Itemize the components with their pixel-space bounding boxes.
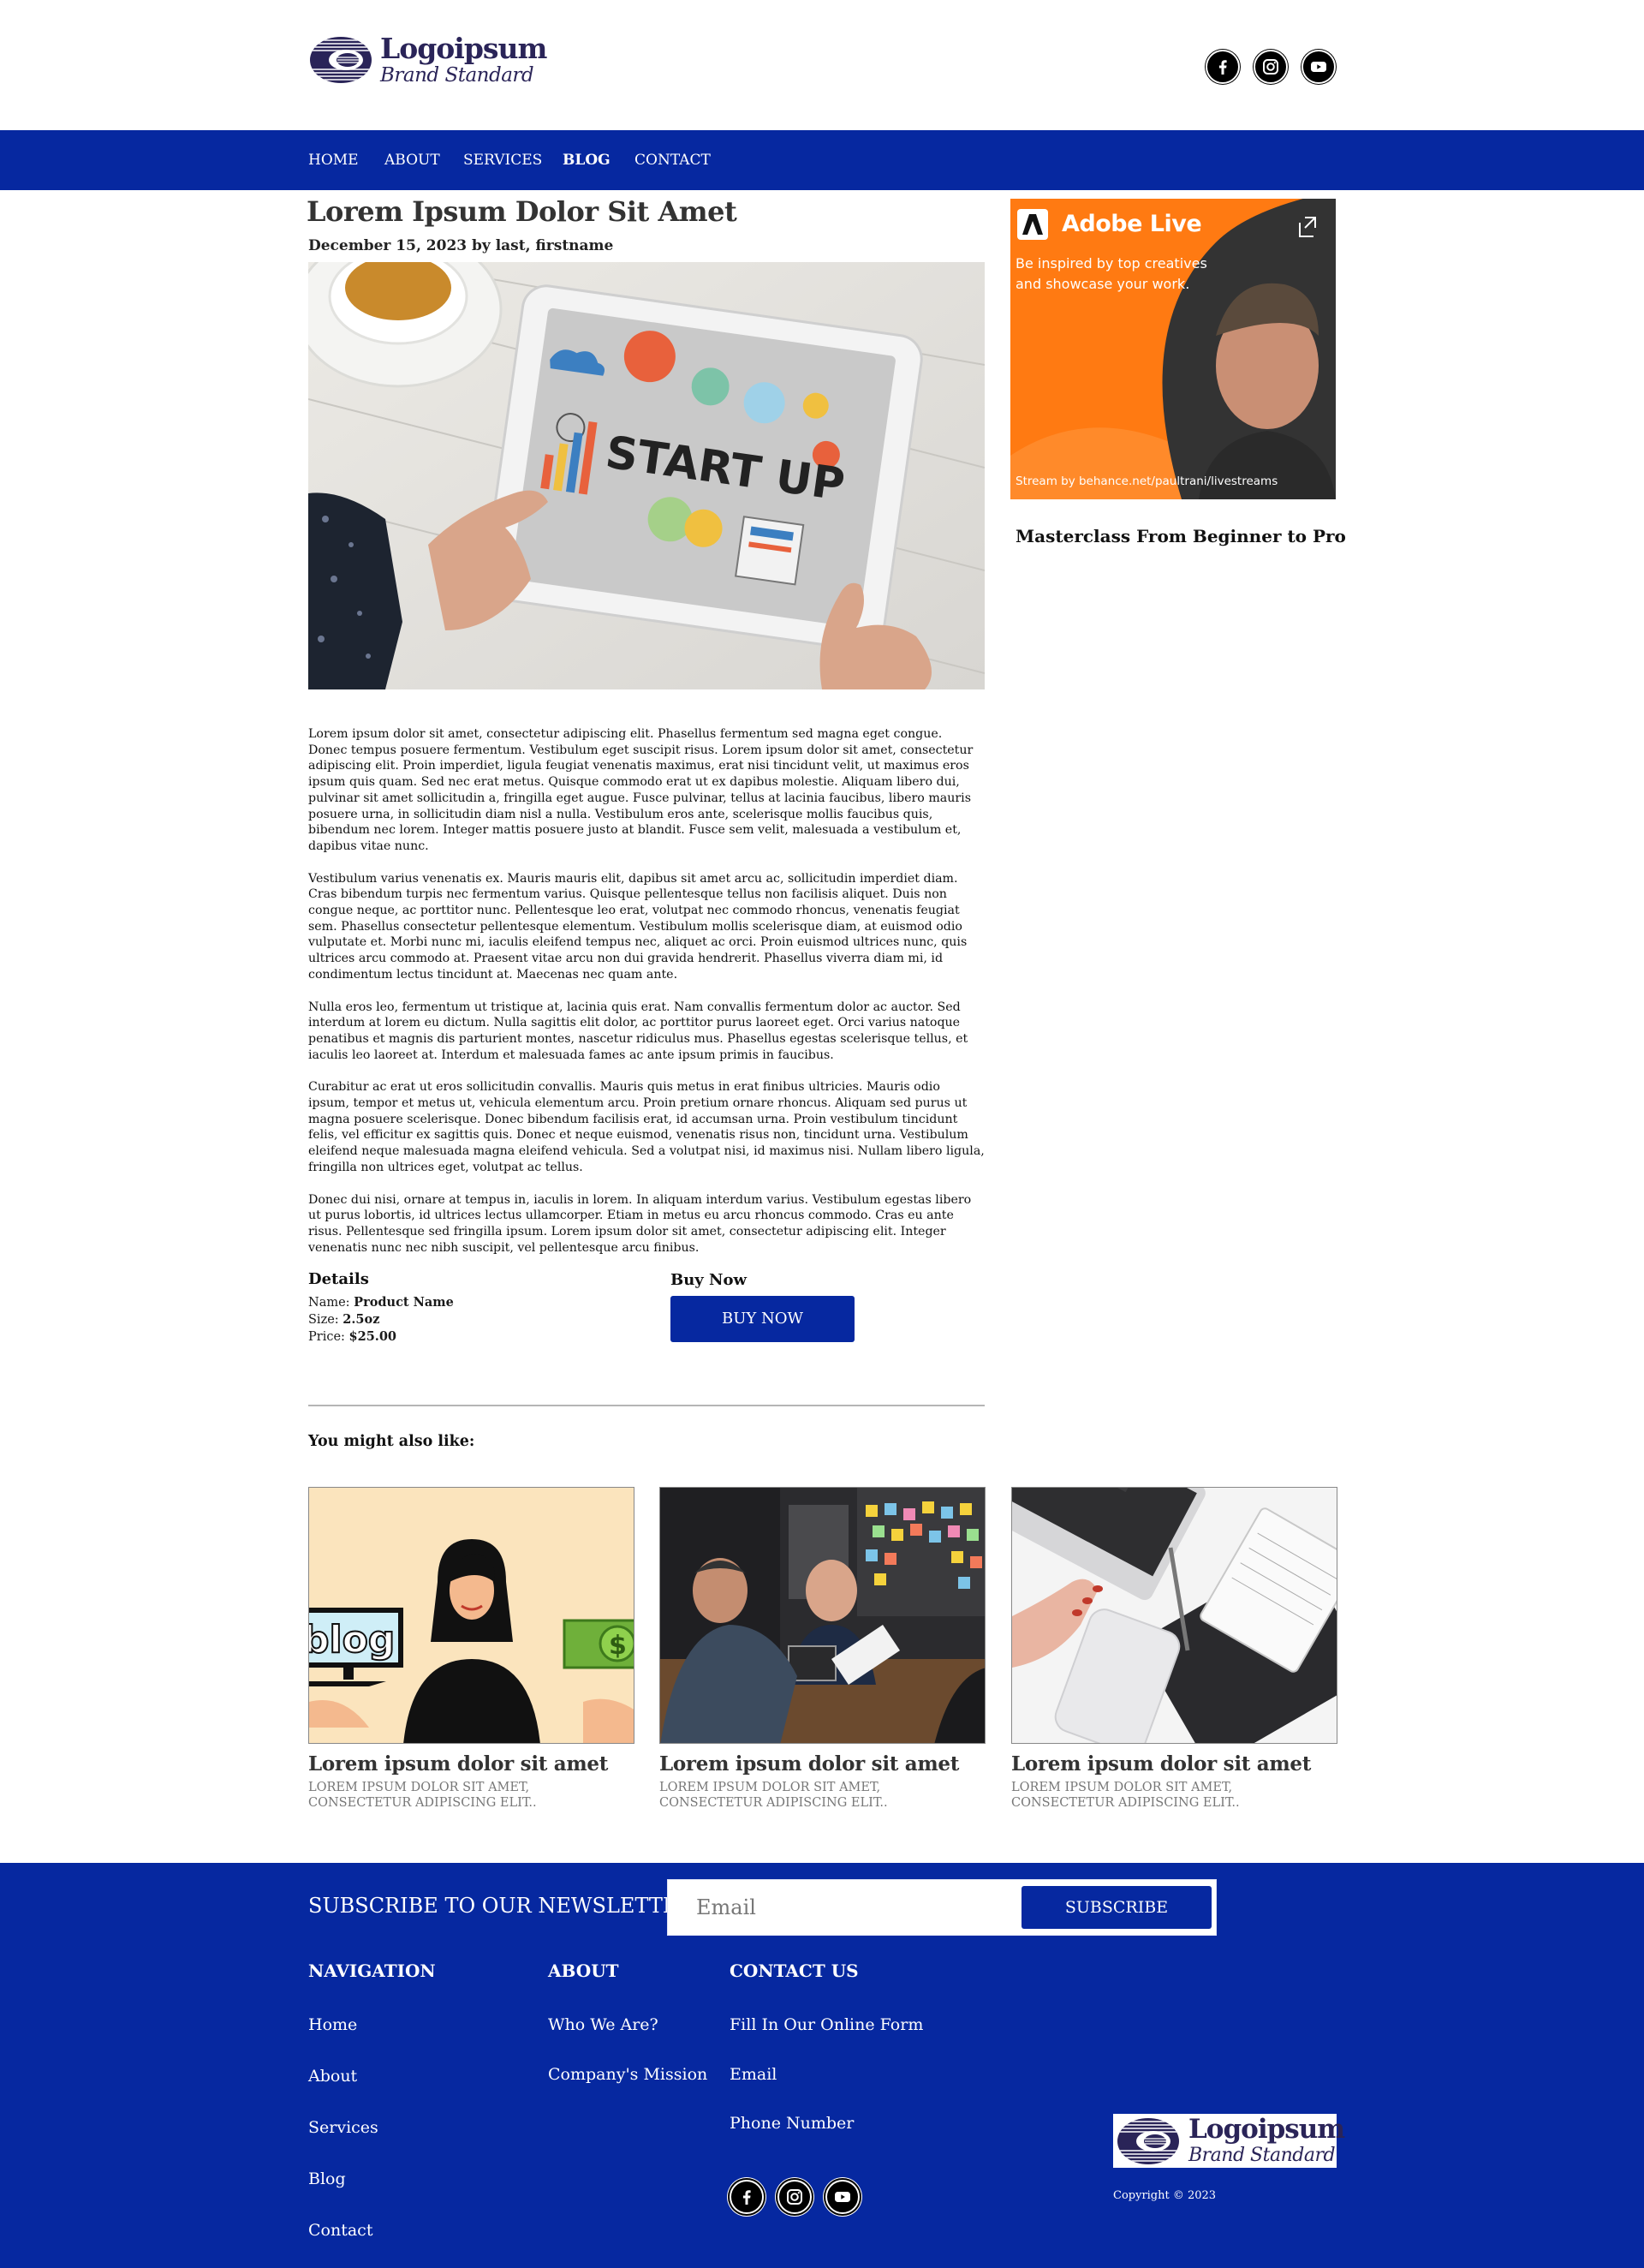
article-body: Lorem ipsum dolor sit amet, consectetur … (308, 726, 985, 1272)
product-name: Product Name (354, 1295, 454, 1310)
main-nav: HOME ABOUT SERVICES BLOG CONTACT (0, 130, 1644, 190)
dollar-symbol: $ (609, 1631, 627, 1661)
detail-name-row: Name: Product Name (308, 1295, 454, 1310)
related-card-title[interactable]: Lorem ipsum dolor sit amet (659, 1752, 986, 1776)
nav-contact[interactable]: CONTACT (634, 130, 711, 190)
blog-illustration-image: blog $ (308, 1487, 634, 1744)
footer-link-services[interactable]: Services (308, 2118, 378, 2137)
related-card[interactable]: blog $ Lorem ipsum dolor sit amet LOREM … (308, 1487, 634, 1811)
instagram-icon[interactable] (777, 2180, 812, 2214)
details-heading: Details (308, 1270, 369, 1288)
footer-link-about[interactable]: About (308, 2067, 357, 2086)
product-details: Details Name: Product Name Size: 2.5oz P… (308, 1271, 454, 1346)
facebook-icon[interactable] (730, 2180, 764, 2214)
buy-now-button[interactable]: BUY NOW (670, 1296, 855, 1342)
ad-footer: Stream by behance.net/paultrani/livestre… (1016, 474, 1278, 488)
hero-image: START UP (308, 262, 985, 689)
related-card-title[interactable]: Lorem ipsum dolor sit amet (1011, 1752, 1337, 1776)
article-meta: December 15, 2023 by last, firstname (308, 237, 614, 254)
related-card[interactable]: Lorem ipsum dolor sit amet LOREM IPSUM D… (1011, 1487, 1337, 1811)
subscribe-button[interactable]: SUBSCRIBE (1022, 1886, 1212, 1929)
logo-mark-icon (308, 35, 373, 85)
site-header: Logoipsum Brand Standard (0, 0, 1644, 130)
footer-contact-heading: CONTACT US (730, 1961, 859, 1981)
detail-size-row: Size: 2.5oz (308, 1312, 380, 1327)
footer-brand-name: Logoipsum (1188, 2114, 1345, 2145)
related-heading: You might also like: (308, 1433, 475, 1450)
newsletter-email-input[interactable] (696, 1883, 1004, 1932)
footer-link-who-we-are[interactable]: Who We Are? (548, 2015, 658, 2034)
footer-link-phone[interactable]: Phone Number (730, 2114, 854, 2133)
newsletter-label: SUBSCRIBE TO OUR NEWSLETTER: (308, 1894, 700, 1918)
ad-caption[interactable]: Masterclass From Beginner to Pro (1016, 526, 1346, 546)
nav-home[interactable]: HOME (308, 130, 359, 190)
nav-about[interactable]: ABOUT (384, 130, 440, 190)
blog-word: blog (309, 1618, 395, 1662)
nav-services[interactable]: SERVICES (463, 130, 542, 190)
ad-brand: Adobe Live (1062, 211, 1202, 237)
related-card-desc: LOREM IPSUM DOLOR SIT AMET, CONSECTETUR … (308, 1781, 537, 1810)
footer-social-links (730, 2180, 860, 2214)
product-size: 2.5oz (342, 1312, 380, 1327)
logo-mark-icon (1115, 2116, 1182, 2166)
footer-link-mission[interactable]: Company's Mission (548, 2065, 707, 2084)
facebook-icon[interactable] (1206, 50, 1240, 84)
article-paragraph: Lorem ipsum dolor sit amet, consectetur … (308, 727, 974, 853)
instagram-icon[interactable] (1254, 50, 1288, 84)
detail-price-row: Price: $25.00 (308, 1329, 397, 1344)
adobe-live-ad[interactable]: Adobe Live Be inspired by top creatives … (1010, 199, 1336, 499)
brand-logo[interactable]: Logoipsum Brand Standard (308, 33, 547, 87)
footer-brand-tagline: Brand Standard (1188, 2145, 1336, 2166)
ad-tagline: Be inspired by top creatives and showcas… (1016, 255, 1207, 292)
brand-name: Logoipsum (380, 32, 547, 65)
related-card-title[interactable]: Lorem ipsum dolor sit amet (308, 1752, 634, 1776)
header-social-links (1206, 50, 1336, 84)
nav-blog[interactable]: BLOG (563, 130, 611, 190)
meeting-photo-image (659, 1487, 986, 1744)
footer-brand-logo[interactable]: Logoipsum Brand Standard (1113, 2114, 1345, 2168)
youtube-icon[interactable] (1302, 50, 1336, 84)
footer-link-contact[interactable]: Contact (308, 2221, 372, 2240)
footer-about-heading: ABOUT (548, 1961, 619, 1981)
buy-heading: Buy Now (670, 1271, 747, 1289)
related-card[interactable]: Lorem ipsum dolor sit amet LOREM IPSUM D… (659, 1487, 986, 1811)
article-paragraph: Nulla eros leo, fermentum ut tristique a… (308, 1000, 968, 1062)
footer-link-home[interactable]: Home (308, 2015, 357, 2034)
buy-section: Buy Now BUY NOW (670, 1271, 855, 1342)
product-price: $25.00 (348, 1329, 397, 1344)
section-divider (308, 1405, 985, 1406)
related-card-desc: LOREM IPSUM DOLOR SIT AMET, CONSECTETUR … (1011, 1781, 1240, 1810)
footer-link-online-form[interactable]: Fill In Our Online Form (730, 2015, 923, 2034)
article-title: Lorem Ipsum Dolor Sit Amet (307, 195, 737, 228)
footer-link-blog[interactable]: Blog (308, 2170, 346, 2188)
article-paragraph: Vestibulum varius venenatis ex. Mauris m… (308, 871, 968, 982)
related-card-desc: LOREM IPSUM DOLOR SIT AMET, CONSECTETUR … (659, 1781, 888, 1810)
newsletter-form: SUBSCRIBE (668, 1880, 1216, 1935)
article-paragraph: Donec dui nisi, ornare at tempus in, iac… (308, 1192, 972, 1255)
footer-nav-heading: NAVIGATION (308, 1961, 436, 1981)
desk-photo-image (1011, 1487, 1337, 1744)
footer-link-email[interactable]: Email (730, 2065, 777, 2084)
copyright-text: Copyright © 2023 (1113, 2189, 1217, 2202)
article-paragraph: Curabitur ac erat ut eros sollicitudin c… (308, 1080, 985, 1174)
brand-tagline: Brand Standard (380, 64, 534, 87)
youtube-icon[interactable] (825, 2180, 860, 2214)
